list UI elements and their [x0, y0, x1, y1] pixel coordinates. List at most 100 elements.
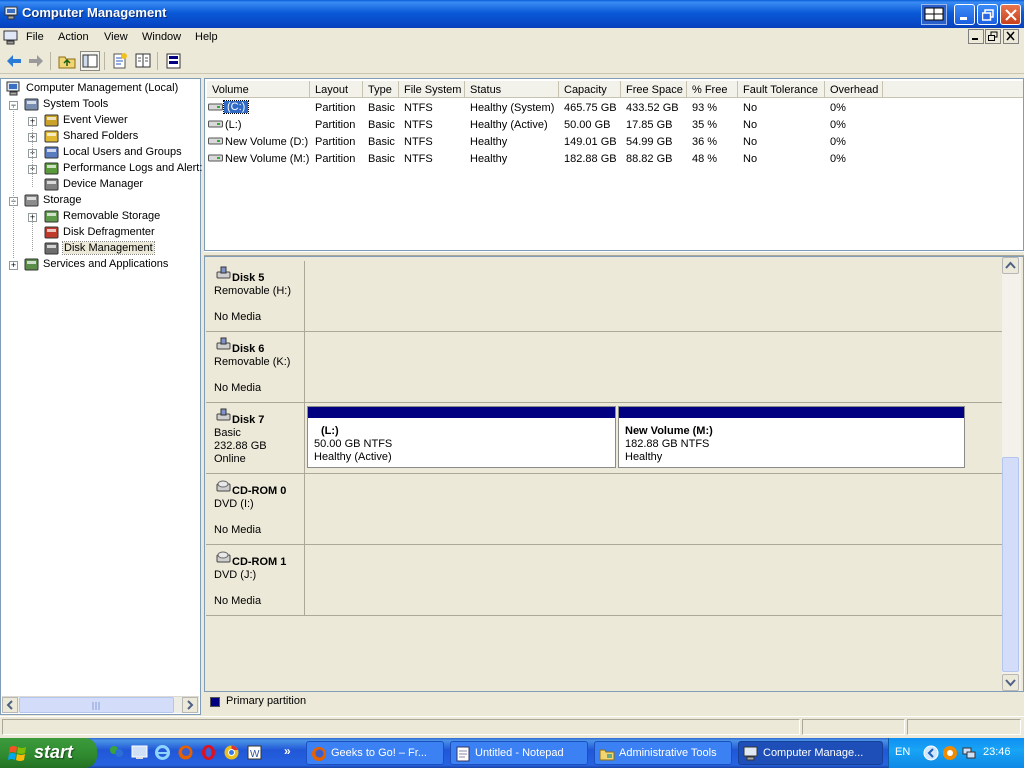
- primary-partition-label: Primary partition: [226, 695, 307, 707]
- task-administrative-tools[interactable]: Administrative Tools: [594, 741, 732, 765]
- tree-item[interactable]: + Shared Folders: [1, 129, 200, 145]
- expand-toggle[interactable]: +: [9, 261, 18, 270]
- volume-cell: Healthy: [470, 153, 508, 165]
- messenger-icon[interactable]: [108, 744, 125, 761]
- drive-icon: [208, 120, 223, 128]
- column-header[interactable]: Fault Tolerance: [738, 81, 825, 98]
- disk-map-scroll-thumb[interactable]: [1002, 457, 1019, 672]
- volume-cell: NTFS: [404, 119, 433, 131]
- disk-info[interactable]: CD-ROM 0 DVD (I:) No Media: [206, 474, 305, 544]
- volume-row[interactable]: (L:) Partition Basic NTFS Healthy (Active) 50…: [205, 116, 1023, 133]
- scroll-right-button[interactable]: [182, 697, 198, 713]
- volume-cell: Partition: [315, 102, 356, 114]
- disk-info[interactable]: CD-ROM 1 DVD (J:) No Media: [206, 545, 305, 615]
- volume-row[interactable]: New Volume (D:) Partition Basic NTFS Healthy…: [205, 133, 1023, 150]
- disk-info[interactable]: Disk 5 Removable (H:) No Media: [206, 261, 305, 331]
- partition-block[interactable]: (L:) 50.00 GB NTFS Healthy (Active): [307, 406, 616, 468]
- column-header[interactable]: Free Space: [621, 81, 687, 98]
- internet-explorer-icon[interactable]: [154, 744, 171, 761]
- tree-horizontal-scrollbar[interactable]: [2, 696, 199, 713]
- properties-icon: [113, 53, 127, 69]
- task-firefox[interactable]: Geeks to Go! – Fr...: [306, 741, 444, 765]
- word-icon[interactable]: W: [246, 744, 263, 761]
- help-button[interactable]: [133, 51, 153, 71]
- volume-cell: 36 %: [692, 136, 718, 148]
- tree-item[interactable]: − System Tools: [1, 97, 200, 113]
- volume-cell: No: [743, 119, 758, 131]
- opera-icon[interactable]: [200, 744, 217, 761]
- volume-row[interactable]: (C:) Partition Basic NTFS Healthy (System) 46…: [205, 99, 1023, 116]
- tree-item[interactable]: + Event Viewer: [1, 113, 200, 129]
- device-manager-icon: [44, 178, 59, 191]
- disk-settings-button[interactable]: [164, 51, 184, 71]
- tree-item-label: Disk Defragmenter: [63, 226, 155, 238]
- mdi-close-button[interactable]: [1003, 29, 1019, 44]
- more-quicklaunch-chevron-icon[interactable]: »: [284, 744, 291, 758]
- task-computer-management[interactable]: Computer Manage...: [738, 741, 883, 765]
- menu-window[interactable]: Window: [136, 30, 187, 44]
- column-header[interactable]: Type: [363, 81, 399, 98]
- menu-action[interactable]: Action: [52, 30, 95, 44]
- disk-row[interactable]: Disk 5 Removable (H:) No Media: [206, 261, 1006, 332]
- up-one-level-button[interactable]: [57, 51, 77, 71]
- firefox-icon[interactable]: [177, 744, 194, 761]
- partition-block[interactable]: New Volume (M:) 182.88 GB NTFS Healthy: [618, 406, 965, 468]
- show-hide-tree-button[interactable]: [80, 51, 100, 71]
- show-hidden-icons-icon[interactable]: [923, 745, 939, 761]
- menu-file[interactable]: File: [20, 30, 50, 44]
- tree-item-label: System Tools: [43, 98, 109, 110]
- clock[interactable]: 23:46: [983, 746, 1011, 758]
- chrome-icon[interactable]: [223, 744, 240, 761]
- disk-map-vertical-scrollbar[interactable]: [1002, 257, 1021, 691]
- title-bar[interactable]: Computer Management: [0, 0, 1024, 28]
- tree-item[interactable]: + Services and Applications: [1, 257, 200, 273]
- volume-cell: 93 %: [692, 102, 718, 114]
- menu-view[interactable]: View: [98, 30, 134, 44]
- minimize-button[interactable]: [954, 4, 975, 25]
- tree-scroll-thumb[interactable]: [19, 697, 174, 713]
- tree-root[interactable]: Computer Management (Local): [1, 81, 200, 97]
- scroll-down-button[interactable]: [1002, 674, 1019, 691]
- avast-icon[interactable]: [942, 745, 958, 761]
- column-header[interactable]: Layout: [310, 81, 363, 98]
- tree-item[interactable]: − Storage: [1, 193, 200, 209]
- tree-item[interactable]: Disk Defragmenter: [1, 225, 200, 241]
- scroll-up-button[interactable]: [1002, 257, 1019, 274]
- defragmenter-icon: [44, 226, 59, 239]
- partition-size: 182.88 GB NTFS: [625, 438, 710, 450]
- disk-info[interactable]: Disk 7 Basic 232.88 GB Online: [206, 403, 305, 473]
- task-label: Untitled - Notepad: [475, 747, 564, 759]
- tree-item[interactable]: + Performance Logs and Alert:: [1, 161, 202, 177]
- column-header[interactable]: Capacity: [559, 81, 621, 98]
- menu-help[interactable]: Help: [189, 30, 224, 44]
- tree-item[interactable]: Device Manager: [1, 177, 200, 193]
- disk-row[interactable]: CD-ROM 0 DVD (I:) No Media: [206, 474, 1006, 545]
- close-button[interactable]: [1000, 4, 1021, 25]
- column-header[interactable]: Volume: [207, 81, 310, 98]
- disk-info[interactable]: Disk 6 Removable (K:) No Media: [206, 332, 305, 402]
- volume-cell: 50.00 GB: [564, 119, 611, 131]
- mdi-minimize-button[interactable]: [968, 29, 984, 44]
- disk-row[interactable]: Disk 6 Removable (K:) No Media: [206, 332, 1006, 403]
- column-header[interactable]: Status: [465, 81, 559, 98]
- network-icon[interactable]: [961, 745, 977, 761]
- forward-button[interactable]: [26, 51, 46, 71]
- task-notepad[interactable]: Untitled - Notepad: [450, 741, 588, 765]
- tree-item[interactable]: + Removable Storage: [1, 209, 200, 225]
- desktop-icon[interactable]: [131, 744, 148, 761]
- language-indicator[interactable]: EN: [895, 746, 910, 758]
- tree-item[interactable]: Disk Management: [1, 241, 200, 257]
- start-button[interactable]: start: [0, 738, 97, 768]
- back-button[interactable]: [4, 51, 24, 71]
- column-header[interactable]: % Free: [687, 81, 738, 98]
- scroll-left-button[interactable]: [2, 697, 18, 713]
- restore-button[interactable]: [977, 4, 998, 25]
- volume-row[interactable]: New Volume (M:) Partition Basic NTFS Healthy…: [205, 150, 1023, 167]
- disk-row[interactable]: CD-ROM 1 DVD (J:) No Media: [206, 545, 1006, 616]
- mdi-restore-button[interactable]: [985, 29, 1001, 44]
- column-header[interactable]: File System: [399, 81, 465, 98]
- disk-row[interactable]: Disk 7 Basic 232.88 GB Online (L:) 50.00 GB N…: [206, 403, 1006, 474]
- column-header[interactable]: Overhead: [825, 81, 883, 98]
- properties-button[interactable]: [110, 51, 130, 71]
- tree-item[interactable]: + Local Users and Groups: [1, 145, 200, 161]
